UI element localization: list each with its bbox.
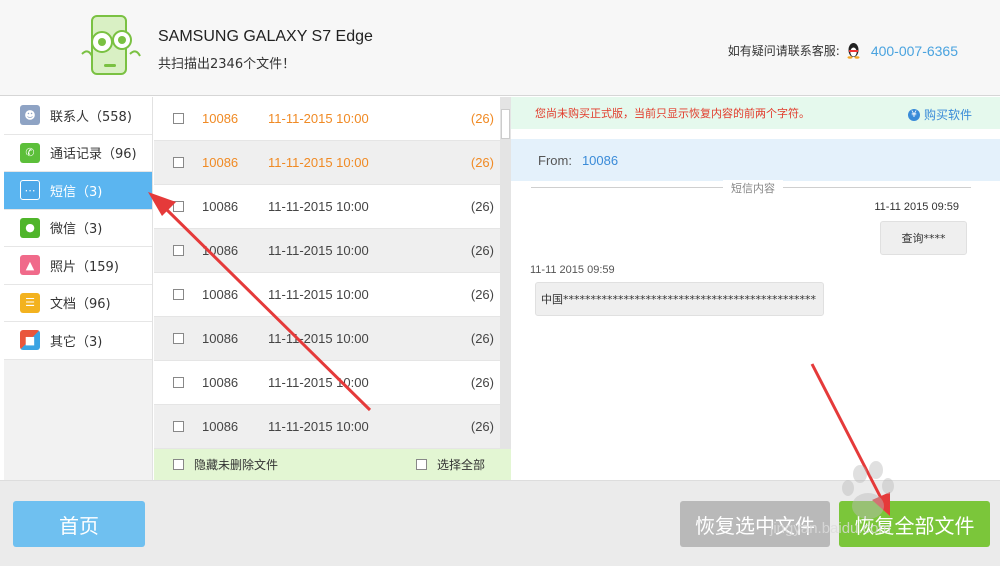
wechat-icon: ● — [20, 217, 40, 238]
sidebar-item-label: 微信（3) — [50, 222, 103, 238]
message-preview: 您尚未购买正式版，当前只显示恢复内容的前两个字符。 ¥ 购买软件 From: 1… — [511, 97, 1000, 480]
sidebar-item-call-log[interactable]: ✆ 通话记录（96) — [4, 134, 152, 172]
sender-number: 10086 — [202, 419, 239, 434]
message-datetime: 11-11-2015 10:00 — [268, 243, 369, 258]
sender-number: 10086 — [202, 199, 239, 214]
sidebar-item-label: 照片（159) — [50, 259, 119, 275]
table-row[interactable]: 10086 11-11-2015 10:00 (26) — [154, 185, 511, 229]
row-checkbox[interactable] — [173, 245, 184, 256]
content-heading: 短信内容 — [723, 180, 783, 196]
document-icon: ☰ — [20, 292, 40, 313]
support-label: 如有疑问请联系客服: — [727, 44, 840, 58]
category-sidebar: ☻ 联系人（558) ✆ 通话记录（96) ⋯ 短信（3) ● 微信（3) ▲ … — [4, 97, 153, 480]
spacer — [511, 129, 1000, 139]
sidebar-item-contacts[interactable]: ☻ 联系人（558) — [4, 97, 152, 135]
sent-timestamp: 11-11 2015 09:59 — [874, 201, 959, 213]
hide-undeleted-label[interactable]: 隐藏未删除文件 — [194, 456, 278, 473]
sent-message-bubble: 查询**** — [880, 221, 967, 255]
phone-icon: ✆ — [20, 142, 40, 163]
select-all-label[interactable]: 选择全部 — [437, 456, 485, 473]
home-button[interactable]: 首页 — [13, 501, 145, 547]
message-list: 10086 11-11-2015 10:00 (26) 10086 11-11-… — [154, 97, 511, 449]
message-datetime: 11-11-2015 10:00 — [268, 111, 369, 126]
support-contact: 如有疑问请联系客服: 400-007-6365 — [728, 42, 958, 59]
select-all-checkbox[interactable] — [416, 459, 428, 470]
other-icon: ■ — [20, 330, 40, 351]
table-row[interactable]: 10086 11-11-2015 10:00 (26) — [154, 273, 511, 317]
sidebar-item-label: 联系人（558) — [50, 109, 132, 125]
sender-number: 10086 — [202, 375, 239, 390]
sender-number: 10086 — [202, 243, 239, 258]
row-checkbox[interactable] — [173, 113, 184, 124]
trial-notice-text: 您尚未购买正式版，当前只显示恢复内容的前两个字符。 — [535, 107, 810, 120]
message-count: (26) — [470, 287, 494, 302]
currency-icon: ¥ — [907, 108, 920, 121]
sidebar-item-documents[interactable]: ☰ 文档（96) — [4, 284, 152, 322]
sidebar-item-label: 通话记录（96) — [50, 147, 137, 163]
from-value: 10086 — [581, 152, 619, 168]
row-checkbox[interactable] — [173, 333, 184, 344]
sender-number: 10086 — [202, 287, 239, 302]
buy-software-label: 购买软件 — [923, 108, 972, 122]
bottom-bar: 首页 恢复选中文件 恢复全部文件 — [0, 480, 1000, 566]
support-phone[interactable]: 400-007-6365 — [871, 43, 958, 59]
qq-penguin-icon[interactable] — [846, 42, 861, 59]
sender-number: 10086 — [202, 155, 239, 170]
message-count: (26) — [470, 155, 494, 170]
sidebar-item-label: 短信（3) — [50, 184, 103, 200]
sender-number: 10086 — [202, 331, 239, 346]
message-datetime: 11-11-2015 10:00 — [268, 155, 369, 170]
sidebar-item-sms[interactable]: ⋯ 短信（3) — [4, 172, 152, 210]
device-name: SAMSUNG GALAXY S7 Edge — [158, 28, 373, 45]
table-row[interactable]: 10086 11-11-2015 10:00 (26) — [154, 141, 511, 185]
buy-software-link[interactable]: ¥ 购买软件 — [907, 106, 972, 123]
recover-selected-button[interactable]: 恢复选中文件 — [680, 501, 830, 547]
message-count: (26) — [470, 243, 494, 258]
row-checkbox[interactable] — [173, 289, 184, 300]
list-scrollbar[interactable] — [500, 97, 511, 449]
hide-undeleted-checkbox[interactable] — [173, 459, 184, 470]
from-bar: From: 10086 — [511, 139, 1000, 181]
table-row[interactable]: 10086 11-11-2015 10:00 (26) — [154, 317, 511, 361]
received-message-bubble: 中国**************************************… — [535, 282, 824, 316]
sidebar-item-wechat[interactable]: ● 微信（3) — [4, 209, 152, 247]
message-count: (26) — [470, 419, 494, 434]
photo-icon: ▲ — [20, 255, 40, 276]
row-checkbox[interactable] — [173, 157, 184, 168]
row-checkbox[interactable] — [173, 201, 184, 212]
message-datetime: 11-11-2015 10:00 — [268, 331, 369, 346]
row-checkbox[interactable] — [173, 421, 184, 432]
message-datetime: 11-11-2015 10:00 — [268, 375, 369, 390]
received-timestamp: 11-11 2015 09:59 — [530, 264, 615, 276]
table-row[interactable]: 10086 11-11-2015 10:00 (26) — [154, 405, 511, 449]
sidebar-item-photos[interactable]: ▲ 照片（159) — [4, 247, 152, 285]
trial-notice: 您尚未购买正式版，当前只显示恢复内容的前两个字符。 ¥ 购买软件 — [511, 97, 1000, 129]
table-row[interactable]: 10086 11-11-2015 10:00 (26) — [154, 229, 511, 273]
sender-number: 10086 — [202, 111, 239, 126]
row-checkbox[interactable] — [173, 377, 184, 388]
sms-icon: ⋯ — [20, 180, 40, 201]
message-datetime: 11-11-2015 10:00 — [268, 199, 369, 214]
contacts-icon: ☻ — [20, 105, 40, 126]
phone-logo-icon — [81, 15, 141, 75]
message-count: (26) — [470, 199, 494, 214]
message-count: (26) — [470, 331, 494, 346]
message-datetime: 11-11-2015 10:00 — [268, 287, 369, 302]
recover-all-button[interactable]: 恢复全部文件 — [839, 501, 990, 547]
sidebar-item-label: 其它（3) — [50, 334, 103, 350]
sidebar-item-label: 文档（96) — [50, 297, 111, 313]
message-datetime: 11-11-2015 10:00 — [268, 419, 369, 434]
message-count: (26) — [470, 375, 494, 390]
scrollbar-thumb[interactable] — [501, 109, 510, 139]
header: SAMSUNG GALAXY S7 Edge 共扫描出2346个文件！ 如有疑问… — [0, 0, 1000, 96]
sidebar-item-other[interactable]: ■ 其它（3) — [4, 322, 152, 360]
table-row[interactable]: 10086 11-11-2015 10:00 (26) — [154, 97, 511, 141]
from-label: From: — [538, 152, 572, 168]
table-row[interactable]: 10086 11-11-2015 10:00 (26) — [154, 361, 511, 405]
scan-summary: 共扫描出2346个文件！ — [158, 57, 296, 72]
list-footer: 隐藏未删除文件 选择全部 — [154, 449, 511, 480]
message-count: (26) — [470, 111, 494, 126]
